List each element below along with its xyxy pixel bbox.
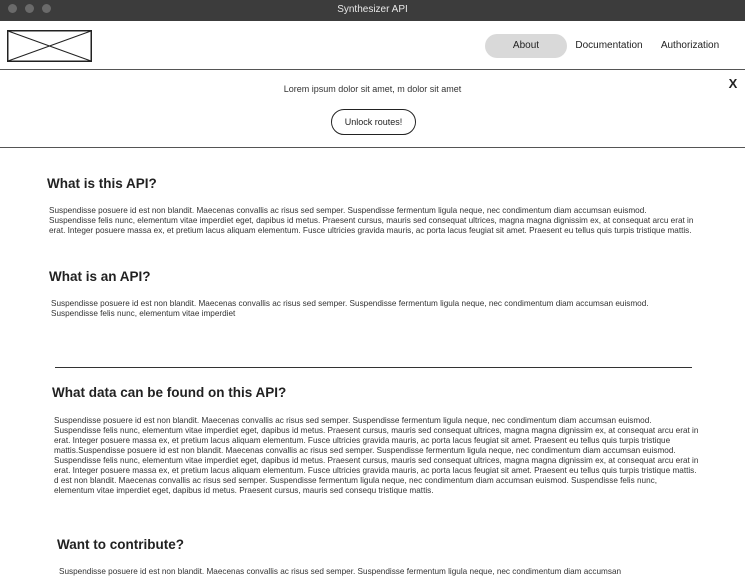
nav-authorization[interactable]: Authorization — [660, 34, 720, 58]
nav-documentation[interactable]: Documentation — [572, 34, 646, 58]
nav-about[interactable]: About — [485, 34, 567, 58]
maximize-window-button[interactable] — [42, 4, 51, 13]
section-heading: What is this API? — [47, 176, 157, 191]
top-navbar: About Documentation Authorization — [0, 21, 745, 70]
section-paragraph: Suspendisse posuere id est non blandit. … — [59, 567, 622, 576]
section-heading: What data can be found on this API? — [52, 385, 287, 400]
minimize-window-button[interactable] — [25, 4, 34, 13]
section-paragraph: Suspendisse posuere id est non blandit. … — [49, 206, 694, 235]
section-heading: Want to contribute? — [57, 537, 184, 552]
section-paragraph: Suspendisse posuere id est non blandit. … — [51, 299, 649, 318]
section-heading: What is an API? — [49, 269, 151, 284]
unlock-routes-button[interactable]: Unlock routes! — [331, 109, 416, 135]
window-title: Synthesizer API — [337, 4, 408, 15]
section-divider — [55, 367, 692, 368]
section-paragraph: Suspendisse posuere id est non blandit. … — [54, 416, 699, 495]
notification-banner: Lorem ipsum dolor sit amet, m dolor sit … — [0, 70, 745, 148]
logo-placeholder-icon[interactable] — [7, 30, 92, 62]
banner-message: Lorem ipsum dolor sit amet, m dolor sit … — [283, 84, 462, 94]
main-content: What is this API? Suspendisse posuere id… — [0, 149, 745, 580]
banner-close-button[interactable]: X — [726, 76, 740, 92]
window-titlebar: Synthesizer API — [0, 0, 745, 21]
close-window-button[interactable] — [8, 4, 17, 13]
